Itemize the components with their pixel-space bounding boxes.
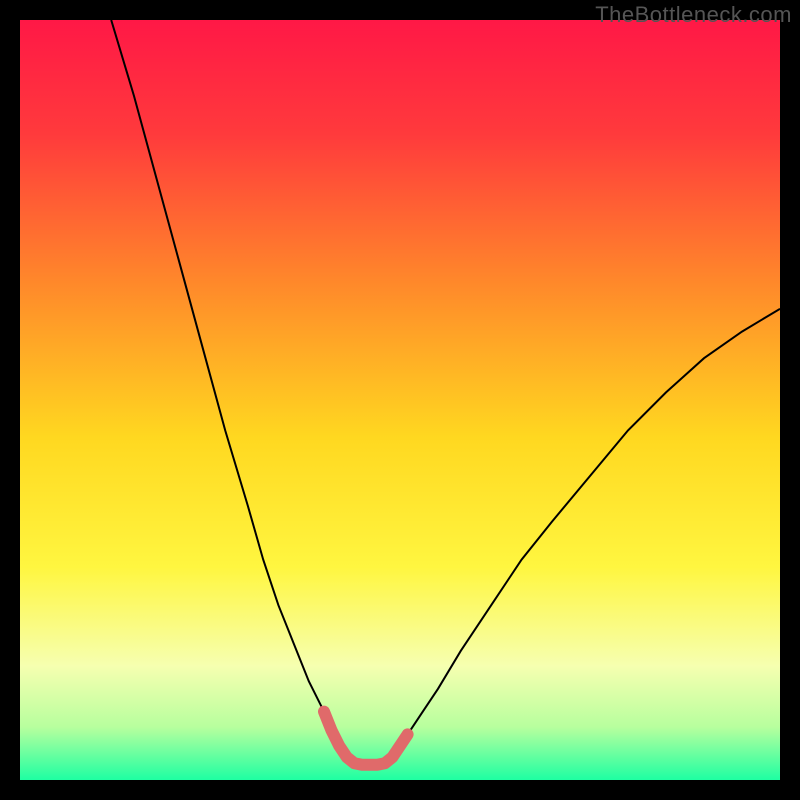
watermark-text: TheBottleneck.com	[595, 2, 792, 28]
chart-frame: TheBottleneck.com	[0, 0, 800, 800]
gradient-background	[20, 20, 780, 780]
bottleneck-chart	[20, 20, 780, 780]
plot-area	[20, 20, 780, 780]
